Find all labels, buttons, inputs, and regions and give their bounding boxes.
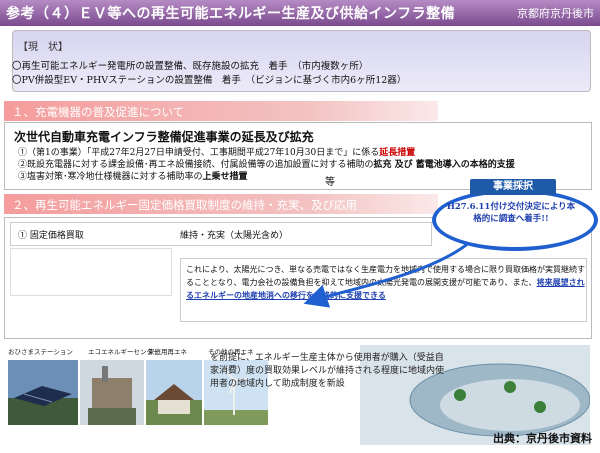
- solar-station-photo: [8, 360, 78, 425]
- photo-label-3: 家庭用再エネ: [148, 348, 187, 356]
- source-note: 出典：京丹後市資料: [493, 432, 592, 445]
- adoption-badge: 事業採択: [470, 179, 556, 195]
- callout-text: H27.6.11付け交付決定により本格的に調査へ着手!!: [446, 202, 576, 224]
- eco-energy-center-photo: [80, 360, 144, 425]
- home-renewable-photo: [146, 360, 202, 425]
- photo-label-1: おひさまステーション: [8, 348, 73, 356]
- bottom-description: を前提に、エネルギー生産主体から使用者が購入（受益自家消費）度の買取効果レベルが…: [210, 353, 445, 389]
